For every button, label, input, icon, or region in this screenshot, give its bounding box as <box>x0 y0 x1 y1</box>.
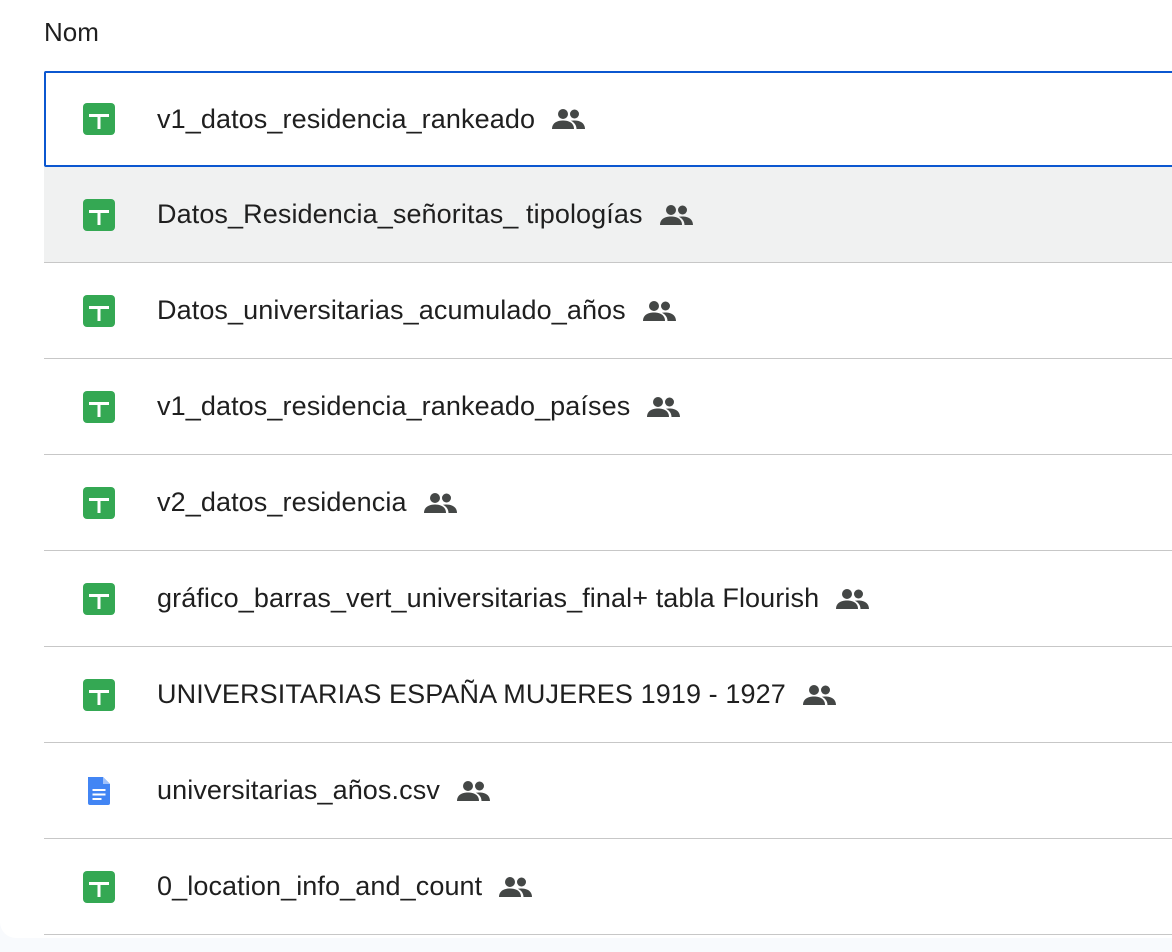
file-name: Datos_Residencia_señoritas_ tipologías <box>157 199 643 229</box>
file-name-cell: v2_datos_residencia <box>157 487 457 518</box>
name-column-header[interactable]: Nom <box>44 0 99 64</box>
file-name: gráfico_barras_vert_universitarias_final… <box>157 583 820 613</box>
file-name-cell: v1_datos_residencia_rankeado <box>157 103 586 135</box>
sheets-icon <box>83 103 115 135</box>
file-name-cell: 0_location_info_and_count <box>157 871 533 902</box>
file-row[interactable]: universitarias_años.csv <box>44 743 1172 839</box>
file-name-cell: Datos_Residencia_señoritas_ tipologías <box>157 199 693 230</box>
sheets-icon <box>83 198 115 231</box>
people-icon <box>456 780 490 802</box>
people-icon <box>423 492 457 514</box>
file-row[interactable]: UNIVERSITARIAS ESPAÑA MUJERES 1919 - 192… <box>44 647 1172 743</box>
file-name-cell: Datos_universitarias_acumulado_años <box>157 295 676 326</box>
people-icon <box>802 684 836 706</box>
file-name: UNIVERSITARIAS ESPAÑA MUJERES 1919 - 192… <box>157 679 786 709</box>
file-name: Datos_universitarias_acumulado_años <box>157 295 626 325</box>
file-row[interactable]: v1_datos_residencia_rankeado <box>44 71 1172 167</box>
file-row[interactable]: 0_location_info_and_count <box>44 839 1172 935</box>
file-name: 0_location_info_and_count <box>157 871 483 901</box>
people-icon <box>836 588 870 610</box>
file-name: v1_datos_residencia_rankeado_países <box>157 391 631 421</box>
file-row[interactable]: gráfico_barras_vert_universitarias_final… <box>44 551 1172 647</box>
people-icon <box>499 876 533 898</box>
file-row[interactable]: Datos_Residencia_señoritas_ tipologías <box>44 167 1172 263</box>
file-row[interactable]: v2_datos_residencia <box>44 455 1172 551</box>
sheets-icon <box>83 582 115 615</box>
file-name-cell: universitarias_años.csv <box>157 775 490 806</box>
file-name-cell: v1_datos_residencia_rankeado_países <box>157 391 681 422</box>
file-name: universitarias_años.csv <box>157 775 440 805</box>
people-icon <box>659 204 693 226</box>
file-row[interactable]: v1_datos_residencia_rankeado_países <box>44 359 1172 455</box>
sheets-icon <box>83 390 115 423</box>
people-icon <box>552 108 586 130</box>
file-list-panel: Nom v1_datos_residencia_rankeado Datos_R… <box>0 0 1172 938</box>
file-row[interactable]: Datos_universitarias_acumulado_años <box>44 263 1172 359</box>
sheets-icon <box>83 294 115 327</box>
sheets-icon <box>83 678 115 711</box>
sheets-icon <box>83 870 115 903</box>
docs-icon <box>83 775 115 807</box>
sheets-icon <box>83 486 115 519</box>
people-icon <box>647 396 681 418</box>
file-name-cell: gráfico_barras_vert_universitarias_final… <box>157 583 870 614</box>
file-name: v1_datos_residencia_rankeado <box>157 103 536 134</box>
people-icon <box>642 300 676 322</box>
file-list: v1_datos_residencia_rankeado Datos_Resid… <box>44 71 1172 935</box>
file-name: v2_datos_residencia <box>157 487 407 517</box>
file-name-cell: UNIVERSITARIAS ESPAÑA MUJERES 1919 - 192… <box>157 679 836 710</box>
